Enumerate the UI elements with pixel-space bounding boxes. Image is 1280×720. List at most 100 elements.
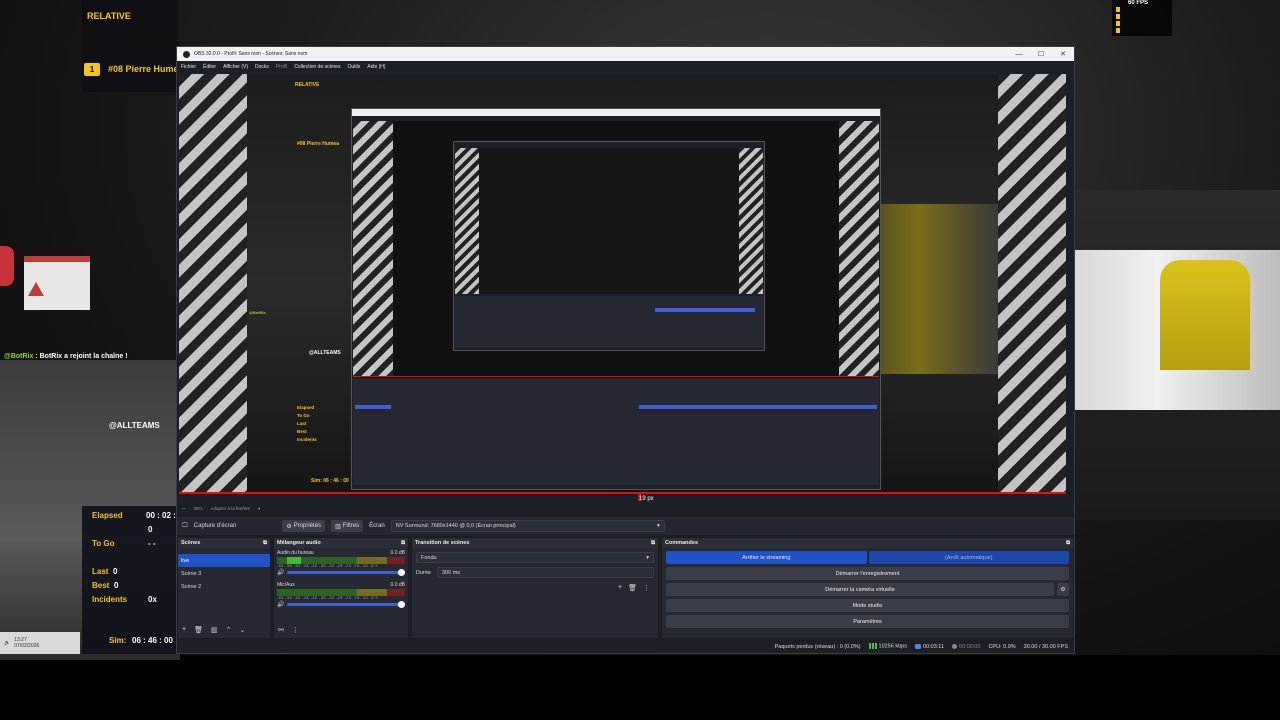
sim-label: Sim: bbox=[109, 636, 127, 645]
transition-select[interactable]: Fondu ▾ bbox=[416, 552, 654, 563]
preview-canvas[interactable]: RELATIVE #08 Pierre Humea @BotRix @ALLTE… bbox=[179, 74, 1066, 494]
zoom-out-icon[interactable]: — bbox=[181, 506, 186, 511]
meter-ticks: -60 -55 -50 -45 -40 -35 -30 -25 -20 -15 … bbox=[277, 596, 379, 600]
menu-collection[interactable]: Collection de scènes bbox=[294, 64, 340, 70]
link-icon[interactable]: ⚯ bbox=[278, 626, 284, 634]
chevron-up-icon[interactable]: ⌃ bbox=[226, 626, 232, 634]
trash-icon[interactable]: 🗑 bbox=[628, 584, 637, 592]
incidents-label: Incidents bbox=[92, 595, 128, 604]
virtual-camera-button[interactable]: Démarrer la caméra virtuelle bbox=[666, 583, 1054, 596]
obs-titlebar[interactable]: OBS 32.0.0 - Profil: Sans nom - Scènes: … bbox=[177, 47, 1074, 61]
preview-sim-label: Sim: bbox=[311, 478, 322, 484]
speaker-icon[interactable]: 🔊 bbox=[277, 601, 284, 608]
fader-knob[interactable] bbox=[398, 569, 405, 576]
no-entry-sign bbox=[0, 246, 14, 286]
add-icon[interactable]: + bbox=[182, 626, 186, 634]
transition-actions: + 🗑 ⋮ bbox=[618, 584, 650, 592]
mixer-title: Mélangeur audio bbox=[277, 540, 321, 546]
nested-canvas bbox=[353, 121, 879, 377]
gear-icon[interactable]: ⚙ bbox=[1057, 583, 1069, 596]
preview-incidents: Incidents bbox=[297, 437, 317, 442]
stream-status: 00:03:11 bbox=[915, 644, 944, 650]
scene-item-scene-3[interactable]: Scène 3 bbox=[178, 567, 270, 580]
nested-obs-preview-2 bbox=[453, 141, 765, 351]
togo-label: To Go bbox=[92, 539, 115, 548]
rec-time: 00:00:00 bbox=[959, 643, 981, 650]
duration-label: Durée bbox=[416, 569, 431, 576]
dock-float-icon[interactable]: ⧉ bbox=[263, 540, 267, 547]
menu-docks[interactable]: Docks bbox=[255, 64, 269, 70]
preview-sim-value: 06 : 46 : 00 bbox=[323, 478, 349, 484]
fps-status: 30.00 / 30.00 FPS bbox=[1023, 643, 1068, 650]
cpu-usage: CPU: 0.9% bbox=[988, 643, 1016, 650]
zoom-level[interactable]: 35% bbox=[194, 506, 203, 511]
scenes-header: Scènes ⧉ bbox=[178, 538, 270, 548]
menu-afficher[interactable]: Afficher (V) bbox=[223, 64, 248, 70]
filter-icon[interactable]: ▥ bbox=[211, 626, 218, 634]
menu-editer[interactable]: Éditer bbox=[203, 64, 216, 70]
preview-area: RELATIVE #08 Pierre Humea @BotRix @ALLTE… bbox=[177, 72, 1074, 502]
duration-value: 300 ms bbox=[441, 569, 461, 576]
filters-button[interactable]: ▥ Filtres bbox=[331, 520, 364, 532]
settings-button[interactable]: Paramètres bbox=[666, 615, 1069, 628]
preview-driver-name: #08 Pierre Humea bbox=[297, 141, 339, 147]
dock-float-icon[interactable]: ⧉ bbox=[1066, 540, 1070, 547]
nested-canvas-2 bbox=[455, 148, 763, 294]
speaker-icon: 🔈 bbox=[4, 640, 11, 646]
chat-user: @BotRix bbox=[4, 353, 34, 360]
chevron-down-icon[interactable]: ▾ bbox=[258, 506, 260, 512]
nested-stripes-right-2 bbox=[739, 148, 763, 294]
more-icon[interactable]: ⋮ bbox=[292, 626, 299, 634]
togo-value: - - bbox=[148, 539, 156, 548]
record-icon bbox=[952, 643, 958, 649]
fader-track[interactable] bbox=[287, 601, 405, 608]
chat-text: : BotRix a rejoint la chaîne ! bbox=[35, 353, 128, 360]
duration-input[interactable]: 300 ms bbox=[436, 567, 654, 578]
stop-streaming-button[interactable]: Arrêter le streaming bbox=[666, 551, 867, 564]
properties-button[interactable]: ⚙ Propriétés bbox=[282, 520, 326, 532]
transition-title: Transition de scènes bbox=[415, 540, 470, 546]
start-recording-button[interactable]: Démarrer l'enregistrement bbox=[666, 567, 1069, 580]
nested-titlebar bbox=[352, 109, 880, 116]
dock-float-icon[interactable]: ⧉ bbox=[401, 540, 405, 547]
studio-mode-button[interactable]: Mode studio bbox=[666, 599, 1069, 612]
scene-item-live[interactable]: live bbox=[178, 554, 270, 567]
trash-icon[interactable]: 🗑 bbox=[194, 626, 203, 634]
obs-logo-icon bbox=[183, 50, 190, 58]
meter-ticks: -60 -55 -50 -45 -40 -35 -30 -25 -20 -15 … bbox=[277, 564, 379, 568]
mixer-track-mic: Mic/Aux 0.0 dB -60 -55 -50 -45 -40 -35 -… bbox=[277, 582, 405, 608]
taskbar-tray[interactable]: 🔈 13:27 07/02/2026 bbox=[0, 632, 80, 654]
zoom-mode[interactable]: Adapter à la fenêtre bbox=[211, 506, 251, 511]
chevron-down-icon[interactable]: ⌄ bbox=[239, 626, 245, 634]
auto-stop-button[interactable]: (Arrêt automatique) bbox=[868, 551, 1069, 564]
nested-stripes-right bbox=[839, 121, 879, 376]
screen-select[interactable]: NV Surround: 7680x1440 @ 0,0 (Écran prin… bbox=[390, 520, 665, 532]
hazard-stripes-right bbox=[998, 74, 1066, 492]
menu-aide[interactable]: Aide (H) bbox=[367, 64, 385, 70]
close-button[interactable]: ✕ bbox=[1052, 47, 1074, 61]
incidents-value: 0x bbox=[148, 595, 157, 604]
sim-value: 06 : 46 : 00 bbox=[132, 636, 173, 645]
volume-fader[interactable]: 🔊 bbox=[277, 569, 405, 576]
track-name: Mic/Aux bbox=[277, 582, 295, 588]
controls-dock: Commandes ⧉ Arrêter le streaming (Arrêt … bbox=[661, 537, 1074, 639]
distance-marker: 19 px bbox=[639, 496, 654, 502]
fader-track[interactable] bbox=[287, 569, 405, 576]
driver-name: #08 Pierre Humea bbox=[108, 64, 184, 74]
speaker-icon[interactable]: 🔊 bbox=[277, 569, 284, 576]
add-icon[interactable]: + bbox=[618, 584, 622, 592]
volume-fader[interactable]: 🔊 bbox=[277, 601, 405, 608]
fader-knob[interactable] bbox=[398, 601, 405, 608]
minimize-button[interactable]: — bbox=[1008, 47, 1030, 61]
dock-float-icon[interactable]: ⧉ bbox=[651, 540, 655, 547]
maximize-button[interactable]: ☐ bbox=[1030, 47, 1052, 61]
transition-dock: Transition de scènes ⧉ Fondu ▾ Durée 300… bbox=[411, 537, 659, 639]
duration-row: Durée 300 ms bbox=[416, 567, 654, 578]
more-icon[interactable]: ⋮ bbox=[643, 584, 650, 592]
menu-profil[interactable]: Profil bbox=[276, 64, 287, 70]
menu-outils[interactable]: Outils bbox=[347, 64, 360, 70]
scene-item-scene-2[interactable]: Scène 2 bbox=[178, 580, 270, 593]
nested-stream-bar-2 bbox=[655, 308, 755, 312]
menu-fichier[interactable]: Fichier bbox=[181, 64, 196, 70]
controls-header: Commandes ⧉ bbox=[662, 538, 1073, 548]
